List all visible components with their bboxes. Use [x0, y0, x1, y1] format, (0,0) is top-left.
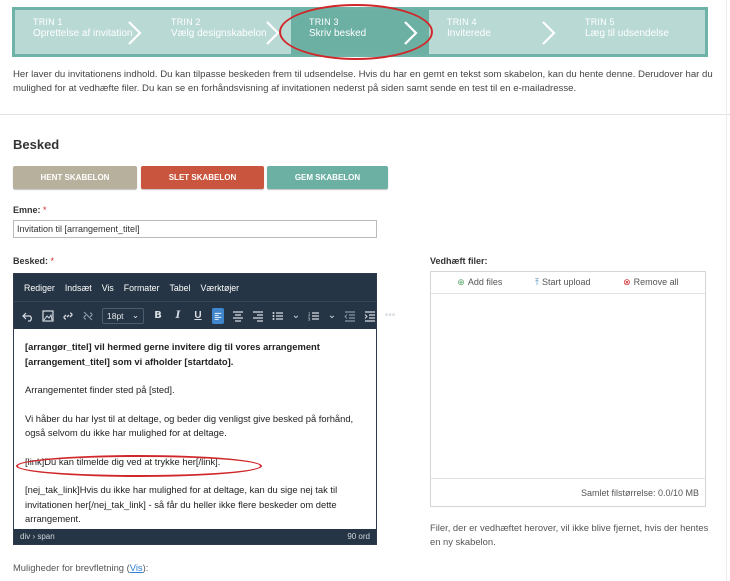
chevron-right-icon — [123, 19, 147, 47]
brevfletning-text: Muligheder for brevfletning (Vis): — [13, 562, 148, 573]
start-upload-button[interactable]: ⤒ Start upload — [535, 277, 591, 288]
chevron-down-icon[interactable]: ⌄ — [326, 308, 338, 324]
svg-text:3: 3 — [308, 316, 311, 321]
bold-button[interactable]: B — [152, 308, 164, 324]
link-icon[interactable] — [62, 308, 74, 324]
indent-icon[interactable] — [364, 308, 376, 324]
editor-menubar: Rediger Indsæt Vis Formater Tabel Værktø… — [14, 274, 376, 301]
step-4[interactable]: TRIN 4 Inviterede — [429, 10, 567, 54]
chevron-down-icon: ⌄ — [131, 310, 139, 320]
add-files-button[interactable]: ⊕ Add files — [457, 277, 502, 288]
align-center-icon[interactable] — [232, 308, 244, 324]
paragraph: [link]Du kan tilmelde dig ved at trykke … — [25, 455, 221, 467]
step-label: Læg til udsendelse — [585, 28, 669, 39]
chevron-right-icon — [261, 19, 285, 47]
brevfletning-label: Muligheder for brevfletning ( — [13, 562, 130, 573]
font-size-value: 18pt — [107, 310, 124, 321]
unlink-icon[interactable] — [82, 308, 94, 324]
menu-vaerktoejer[interactable]: Værktøjer — [201, 283, 240, 293]
more-icon[interactable]: ••• — [384, 308, 396, 324]
align-right-icon[interactable] — [252, 308, 264, 324]
vedhaeft-label: Vedhæft filer: — [430, 256, 488, 266]
divider — [726, 0, 727, 581]
image-icon[interactable] — [42, 308, 54, 324]
step-2[interactable]: TRIN 2 Vælg designskabelon — [153, 10, 291, 54]
menu-formater[interactable]: Formater — [124, 283, 160, 293]
intro-text: Her laver du invitationens indhold. Du k… — [13, 69, 713, 94]
total-file-size: Samlet filstørrelse: 0.0/10 MB — [431, 478, 705, 506]
remove-all-button[interactable]: ⊗ Remove all — [623, 277, 679, 288]
divider — [0, 114, 730, 115]
vis-link[interactable]: Vis — [130, 562, 143, 573]
section-title: Besked — [13, 137, 60, 152]
emne-label: Emne: * — [13, 205, 47, 215]
paragraph: [nej_tak_link]Hvis du ikke har mulighed … — [25, 484, 338, 524]
start-upload-label: Start upload — [541, 277, 591, 287]
plus-circle-icon: ⊕ — [457, 277, 465, 287]
word-count: 90 ord — [347, 532, 370, 541]
step-1[interactable]: TRIN 1 Oprettelse af invitation — [15, 10, 153, 54]
paragraph: [arrangør_titel] vil hermed gerne invite… — [25, 341, 320, 367]
attach-note: Filer, der er vedhæftet herover, vil ikk… — [430, 522, 709, 547]
chevron-right-icon — [399, 19, 423, 47]
step-number: TRIN 5 — [585, 17, 615, 27]
menu-rediger[interactable]: Rediger — [24, 283, 55, 293]
add-files-label: Add files — [467, 277, 503, 287]
upload-toolbar: ⊕ Add files ⤒ Start upload ⊗ Remove all — [431, 272, 705, 294]
brevfletning-close: ): — [142, 562, 149, 573]
gem-skabelon-button[interactable]: GEM SKABELON — [267, 166, 388, 189]
remove-circle-icon: ⊗ — [623, 277, 631, 287]
editor-content[interactable]: [arrangør_titel] vil hermed gerne invite… — [14, 329, 376, 530]
numbered-list-icon[interactable]: 123 — [308, 308, 320, 324]
required-marker: * — [50, 256, 55, 266]
font-size-select[interactable]: 18pt ⌄ — [102, 307, 144, 324]
slet-skabelon-button[interactable]: SLET SKABELON — [141, 166, 264, 189]
undo-icon[interactable] — [22, 308, 34, 324]
step-5[interactable]: TRIN 5 Læg til udsendelse — [567, 10, 705, 54]
menu-tabel[interactable]: Tabel — [169, 283, 190, 293]
outdent-icon[interactable] — [344, 308, 356, 324]
chevron-down-icon[interactable]: ⌄ — [290, 308, 302, 324]
upload-icon: ⤒ — [534, 277, 539, 287]
rich-text-editor: Rediger Indsæt Vis Formater Tabel Værktø… — [13, 273, 395, 545]
underline-button[interactable]: U — [192, 308, 204, 324]
paragraph: Vi håber du har lyst til at deltage, og … — [25, 412, 354, 439]
paragraph: Arrangementet finder sted på [sted]. — [25, 384, 175, 395]
besked-label: Besked: * — [13, 256, 54, 266]
remove-all-label: Remove all — [633, 277, 679, 287]
bullet-list-icon[interactable] — [272, 308, 284, 324]
editor-toolbar: 18pt ⌄ B I U ⌄ 123 ⌄ ••• — [14, 301, 395, 329]
wizard-steps: TRIN 1 Oprettelse af invitation TRIN 2 V… — [12, 7, 708, 57]
emne-input[interactable]: Invitation til [arrangement_titel] — [13, 220, 377, 238]
menu-indsaet[interactable]: Indsæt — [65, 283, 92, 293]
element-path: div › span — [20, 532, 55, 541]
italic-button[interactable]: I — [172, 308, 184, 324]
chevron-right-icon — [537, 19, 561, 47]
besked-label-text: Besked: — [13, 256, 49, 266]
menu-vis[interactable]: Vis — [102, 283, 114, 293]
emne-label-text: Emne: — [13, 205, 41, 215]
align-left-icon[interactable] — [212, 307, 224, 324]
step-3[interactable]: TRIN 3 Skriv besked — [291, 10, 429, 54]
hent-skabelon-button[interactable]: HENT SKABELON — [13, 166, 137, 189]
editor-statusbar: div › span 90 ord — [14, 529, 376, 544]
file-upload-box[interactable]: ⊕ Add files ⤒ Start upload ⊗ Remove all Sam… — [430, 271, 706, 507]
required-marker: * — [43, 205, 47, 215]
